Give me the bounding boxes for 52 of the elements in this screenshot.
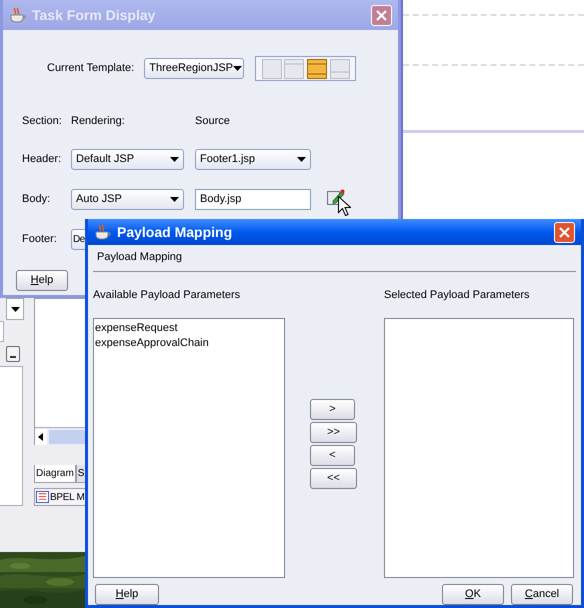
column-header: Source [195,114,231,129]
caret-icon [233,66,242,71]
view-tab[interactable]: Diagram [34,465,76,483]
move-button[interactable]: >> [310,422,357,442]
minimize-button[interactable] [6,346,20,362]
close-button[interactable] [371,4,392,26]
caret-icon [170,196,179,202]
template-dropdown[interactable]: ThreeRegionJSP [144,58,244,79]
cursor-icon [338,196,351,216]
rendering-dropdown[interactable]: De [71,228,85,250]
rendering-dropdown[interactable]: Auto JSP [71,188,184,210]
source-dropdown[interactable]: Footer1.jsp [195,148,311,170]
section-label: Footer: [22,232,58,247]
layout-icon [284,58,304,78]
move-button[interactable]: << [310,468,357,488]
template-label: Current Template: [47,61,134,76]
cup-icon [9,7,27,23]
window-title: Payload Mapping [117,222,234,242]
layout-icon [330,58,350,78]
section-label: Body: [22,192,52,207]
caret-icon [170,156,179,162]
list-item[interactable]: expenseRequest [95,321,284,336]
section-label: Header: [22,152,62,167]
list-item[interactable]: expenseApprovalChain [95,336,284,351]
help-button[interactable]: Help [95,584,159,605]
minimize-icon [10,356,16,358]
close-button[interactable] [554,222,575,242]
layout-icon [307,58,328,78]
layout-icon [262,58,282,78]
rendering-dropdown[interactable]: Default JSP [71,148,184,170]
editor-tab[interactable]: BPEL M [34,488,87,506]
caret-icon [297,156,306,162]
close-icon [376,10,387,20]
source-field[interactable]: Body.jsp [195,188,311,210]
cup-icon [94,224,112,240]
help-button[interactable]: Help [16,270,68,290]
layout-button[interactable] [307,58,328,78]
section-heading: Payload Mapping [96,250,184,265]
column-header: Section: [22,114,63,129]
cancel-button[interactable]: Cancel [511,584,573,605]
close-icon [559,226,570,238]
list-label: Selected Payload Parameters [384,288,531,302]
window-title: Task Form Display [32,6,156,25]
scroll-thumb [49,430,85,444]
ok-button[interactable]: OK [442,584,504,605]
move-button[interactable]: > [310,398,355,420]
column-header: Rendering: [71,114,126,129]
dropdown-button[interactable] [6,298,24,320]
list-icon [36,491,49,503]
list-label: Available Payload Parameters [93,288,242,302]
caret-icon [10,306,20,312]
move-button[interactable]: < [310,444,355,466]
